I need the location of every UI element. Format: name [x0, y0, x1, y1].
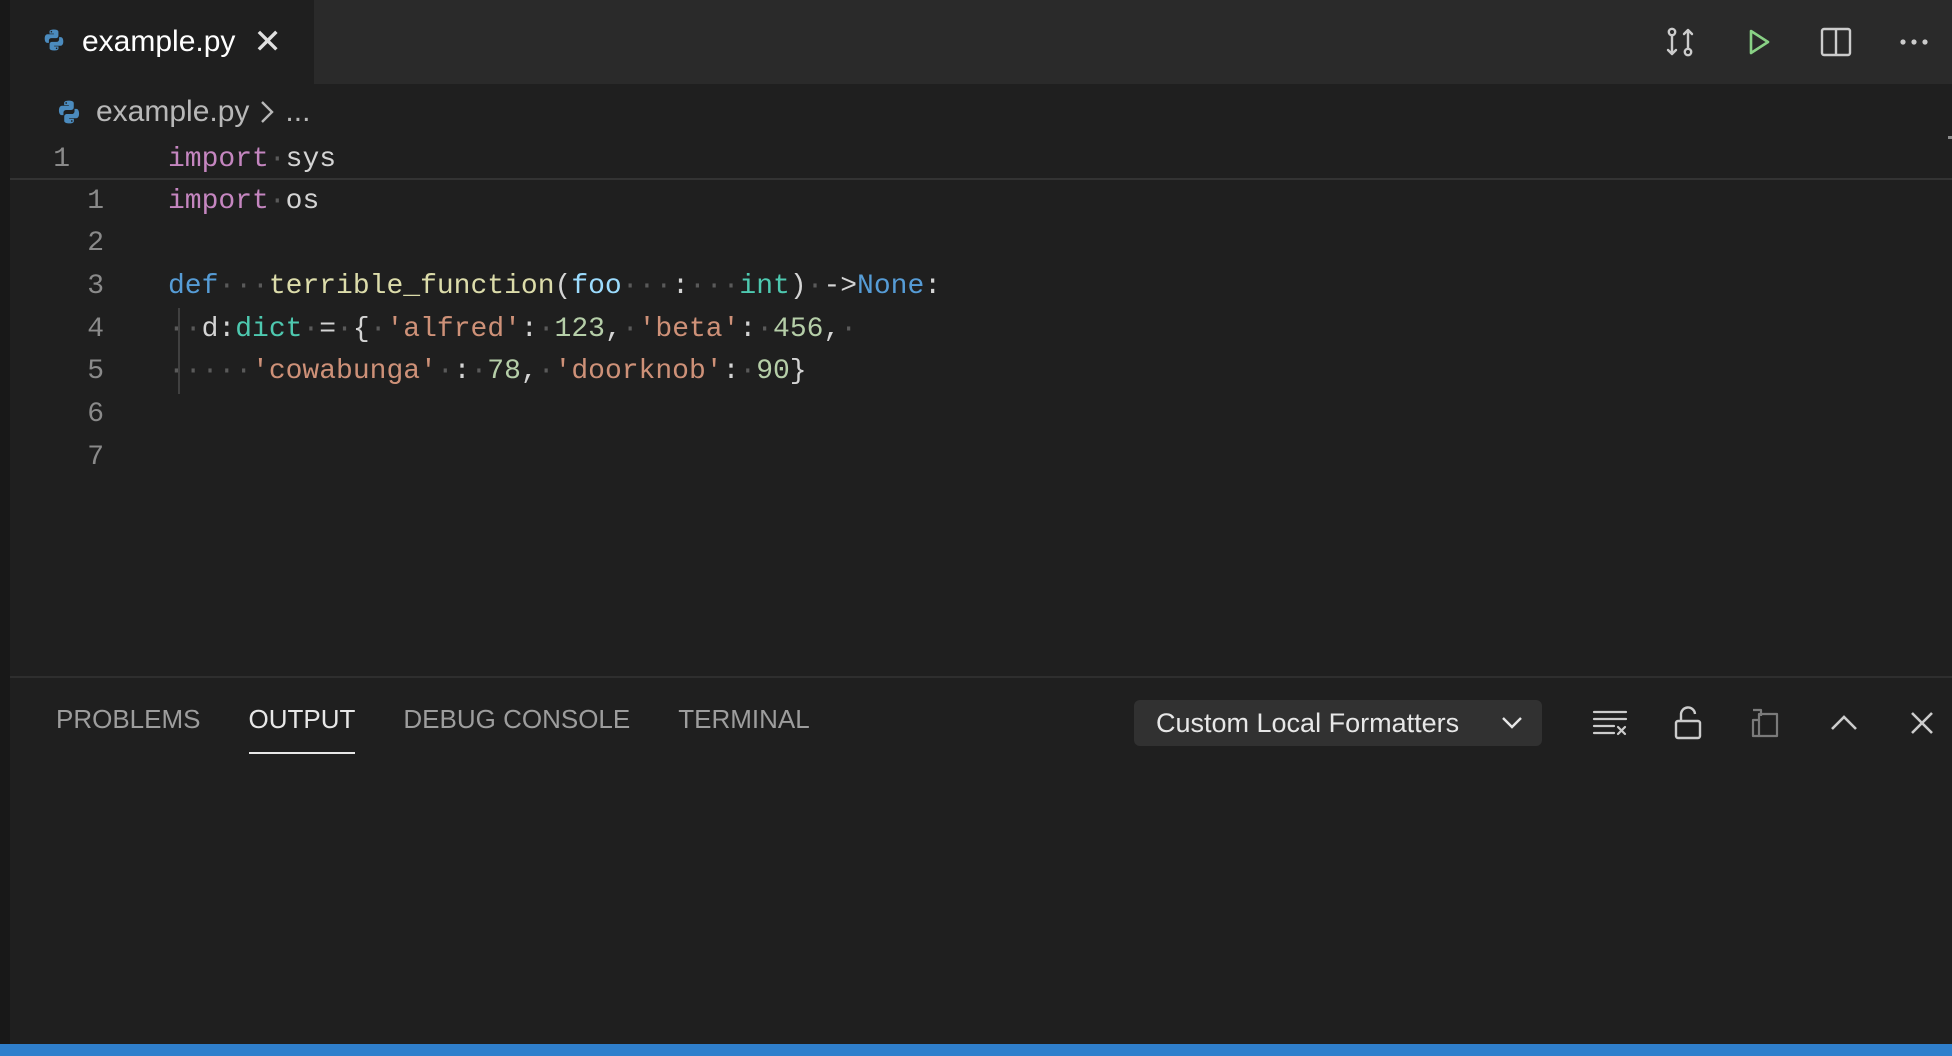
output-channel-select[interactable]: Custom Local Formatters — [1134, 700, 1542, 746]
line-number: 1 — [87, 186, 104, 217]
code-text: ·····'cowabunga'·:·78,·'doorknob':·90} — [168, 356, 807, 387]
line-number: 1 — [53, 144, 70, 175]
line-number: 4 — [87, 314, 104, 345]
lock-scroll-icon[interactable] — [1670, 705, 1706, 741]
python-file-icon — [56, 99, 82, 125]
more-actions-icon[interactable] — [1896, 24, 1932, 60]
breadcrumb: example.py ... — [56, 88, 310, 136]
code-text: def···terrible_function(foo···:···int)·-… — [168, 271, 942, 302]
run-python-file-icon[interactable] — [1740, 24, 1776, 60]
code-text: import·os — [168, 186, 320, 217]
open-changes-icon[interactable] — [1662, 24, 1698, 60]
split-editor-icon[interactable] — [1818, 24, 1854, 60]
open-output-in-editor-icon[interactable] — [1748, 705, 1784, 741]
code-line-5[interactable]: 5 ·····'cowabunga'·:·78,·'doorknob':·90} — [10, 350, 1952, 392]
tab-debug-console[interactable]: DEBUG CONSOLE — [403, 698, 630, 754]
tab-example-py[interactable]: example.py ✕ — [10, 0, 314, 84]
status-bar — [0, 1044, 1952, 1056]
output-channel-label: Custom Local Formatters — [1156, 707, 1460, 738]
maximize-panel-icon[interactable] — [1826, 705, 1862, 741]
python-file-icon — [42, 28, 66, 57]
line-number: 6 — [87, 399, 104, 430]
sticky-scroll-line[interactable]: 1 import·sys — [10, 138, 1952, 180]
tab-output[interactable]: OUTPUT — [248, 698, 356, 754]
panel-actions — [1550, 702, 1940, 744]
code-line-7[interactable]: 7 — [10, 436, 1952, 478]
line-number: 5 — [87, 356, 104, 387]
code-line-4[interactable]: 4 ··d:dict·=·{·'alfred':·123,·'beta':·45… — [10, 308, 1952, 350]
code-editor[interactable]: 1 import·sys 1 import·os 2 3 def···terri… — [10, 136, 1952, 733]
clear-output-icon[interactable] — [1592, 705, 1628, 741]
breadcrumb-file[interactable]: example.py — [96, 95, 249, 129]
tab-problems[interactable]: PROBLEMS — [56, 698, 201, 754]
code-line-1[interactable]: 1 import·os — [10, 180, 1952, 222]
tab-terminal[interactable]: TERMINAL — [678, 698, 809, 754]
breadcrumb-symbol[interactable]: ... — [285, 95, 310, 129]
editor-tab-bar: example.py ✕ — [10, 0, 1952, 84]
editor-actions — [1620, 0, 1952, 84]
line-number: 7 — [87, 442, 104, 473]
line-number: 3 — [87, 271, 104, 302]
sticky-code: import·sys — [168, 144, 337, 175]
code-line-3[interactable]: 3 def···terrible_function(foo···:···int)… — [10, 265, 1952, 307]
chevron-down-icon — [1500, 715, 1524, 731]
chevron-right-icon — [257, 98, 277, 126]
close-panel-icon[interactable] — [1904, 705, 1940, 741]
tab-label: example.py — [82, 25, 236, 58]
code-line-2[interactable]: 2 — [10, 222, 1952, 264]
activity-bar-edge — [0, 0, 10, 1044]
panel-tabs: PROBLEMS OUTPUT DEBUG CONSOLE TERMINAL — [56, 698, 858, 754]
code-line-6[interactable]: 6 — [10, 393, 1952, 435]
close-tab-icon[interactable]: ✕ — [253, 25, 282, 59]
bottom-panel: PROBLEMS OUTPUT DEBUG CONSOLE TERMINAL C… — [10, 676, 1952, 1044]
line-number: 2 — [87, 228, 104, 259]
indent-guide — [178, 308, 180, 394]
code-text: ··d:dict·=·{·'alfred':·123,·'beta':·456,… — [168, 314, 858, 345]
